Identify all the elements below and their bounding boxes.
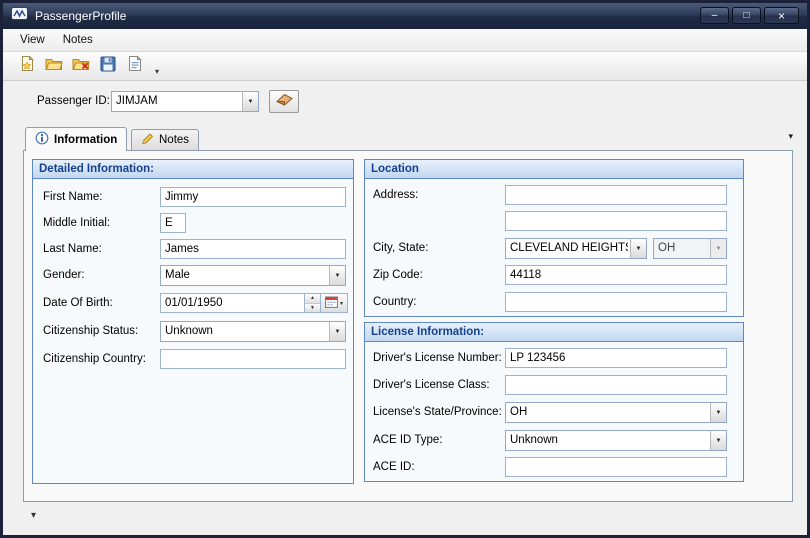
passenger-id-row: Passenger ID: JIMJAM ▼ (3, 81, 807, 121)
ace-id-type-label: ACE ID Type: (373, 434, 442, 446)
app-window: PassengerProfile – □ × View Notes (0, 0, 810, 538)
passenger-id-value: JIMJAM (116, 95, 240, 107)
group-header-location: Location (365, 160, 743, 179)
state-value: OH (658, 242, 708, 254)
minimize-button[interactable]: – (700, 7, 729, 24)
gender-combo[interactable]: Male ▼ (160, 265, 346, 286)
chevron-down-icon[interactable]: ▼ (329, 322, 345, 341)
country-input[interactable] (505, 292, 727, 312)
eraser-icon (275, 92, 294, 111)
chevron-down-icon[interactable]: ▼ (710, 431, 726, 450)
state-combo[interactable]: OH ▼ (653, 238, 727, 259)
address-label: Address: (373, 189, 418, 201)
last-name-label: Last Name: (43, 243, 102, 255)
city-state-label: City, State: (373, 242, 428, 254)
address-line2-input[interactable] (505, 211, 727, 231)
group-location: Location Address: City, State: CLEVELAND… (364, 159, 744, 317)
ace-id-type-combo[interactable]: Unknown ▼ (505, 430, 727, 451)
save-floppy-icon (100, 56, 116, 77)
middle-initial-label: Middle Initial: (43, 217, 110, 229)
spinner-up-icon[interactable]: ▲ (305, 294, 320, 304)
license-state-label: License's State/Province: (373, 406, 502, 418)
app-icon (11, 7, 28, 25)
new-profile-button[interactable] (15, 54, 39, 78)
citizenship-status-label: Citizenship Status: (43, 325, 138, 337)
dl-number-input[interactable] (505, 348, 727, 368)
menu-notes[interactable]: Notes (54, 31, 102, 49)
group-detailed-information: Detailed Information: First Name: Middle… (32, 159, 354, 484)
dob-label: Date Of Birth: (43, 297, 113, 309)
open-profile-button[interactable] (42, 54, 66, 78)
erase-passenger-button[interactable] (269, 90, 299, 113)
tab-information-label: Information (54, 134, 117, 146)
first-name-input[interactable] (160, 187, 346, 207)
citizenship-country-input[interactable] (160, 349, 346, 369)
calendar-icon (325, 296, 338, 310)
close-folder-icon (72, 56, 90, 77)
group-header-detailed: Detailed Information: (33, 160, 353, 179)
citizenship-status-combo[interactable]: Unknown ▼ (160, 321, 346, 342)
dl-number-label: Driver's License Number: (373, 352, 502, 364)
toolbar: ▾ (3, 52, 807, 81)
group-header-license: License Information: (365, 323, 743, 342)
citizenship-status-value: Unknown (165, 325, 327, 337)
chevron-down-icon[interactable]: ▼ (630, 239, 646, 258)
zip-code-label: Zip Code: (373, 269, 423, 281)
chevron-down-icon[interactable]: ▼ (329, 266, 345, 285)
menubar: View Notes (3, 29, 807, 52)
maximize-button[interactable]: □ (732, 7, 761, 24)
gender-value: Male (165, 269, 327, 281)
chevron-down-icon[interactable]: ▼ (710, 239, 726, 258)
save-profile-button[interactable] (96, 54, 120, 78)
close-profile-button[interactable] (69, 54, 93, 78)
city-value: CLEVELAND HEIGHTS, (510, 242, 628, 254)
ace-id-input[interactable] (505, 457, 727, 477)
window-controls: – □ × (700, 7, 799, 24)
pencil-icon (141, 132, 154, 148)
new-document-icon (19, 55, 36, 77)
license-state-value: OH (510, 406, 708, 418)
chevron-down-icon[interactable]: ▼ (710, 403, 726, 422)
menu-view[interactable]: View (11, 31, 54, 49)
spinner-down-icon[interactable]: ▼ (305, 304, 320, 313)
citizenship-country-label: Citizenship Country: (43, 353, 146, 365)
open-folder-icon (45, 56, 63, 77)
dl-class-input[interactable] (505, 375, 727, 395)
city-combo[interactable]: CLEVELAND HEIGHTS, ▼ (505, 238, 647, 259)
middle-initial-input[interactable] (160, 213, 186, 233)
info-icon (35, 131, 49, 148)
ace-id-label: ACE ID: (373, 461, 415, 473)
report-button[interactable] (123, 54, 147, 78)
tab-notes[interactable]: Notes (131, 129, 199, 150)
group-license-information: License Information: Driver's License Nu… (364, 322, 744, 482)
tab-information[interactable]: Information (25, 127, 127, 151)
last-name-input[interactable] (160, 239, 346, 259)
bottom-collapse-arrow-icon[interactable]: ▾ (31, 510, 36, 521)
report-document-icon (127, 55, 143, 77)
titlebar: PassengerProfile – □ × (3, 3, 807, 29)
dob-spinner: ▲ ▼ (305, 293, 321, 313)
country-label: Country: (373, 296, 416, 308)
address-line1-input[interactable] (505, 185, 727, 205)
dob-calendar-button[interactable]: ▾ (321, 293, 348, 313)
first-name-label: First Name: (43, 191, 102, 203)
information-panel: Detailed Information: First Name: Middle… (23, 150, 793, 502)
close-button[interactable]: × (764, 7, 799, 24)
window-title: PassengerProfile (35, 9, 126, 23)
passenger-id-combo[interactable]: JIMJAM ▼ (111, 91, 259, 112)
dl-class-label: Driver's License Class: (373, 379, 490, 391)
dob-input[interactable] (160, 293, 305, 313)
license-state-combo[interactable]: OH ▼ (505, 402, 727, 423)
tab-notes-label: Notes (159, 134, 189, 146)
passenger-id-label: Passenger ID: (37, 95, 110, 107)
tab-list-arrow-icon[interactable]: ▾ (788, 131, 793, 142)
chevron-down-icon[interactable]: ▼ (242, 92, 258, 111)
gender-label: Gender: (43, 269, 85, 281)
ace-id-type-value: Unknown (510, 434, 708, 446)
zip-code-input[interactable] (505, 265, 727, 285)
toolbar-overflow-arrow-icon[interactable]: ▾ (155, 67, 159, 80)
chevron-down-icon: ▾ (340, 300, 343, 307)
